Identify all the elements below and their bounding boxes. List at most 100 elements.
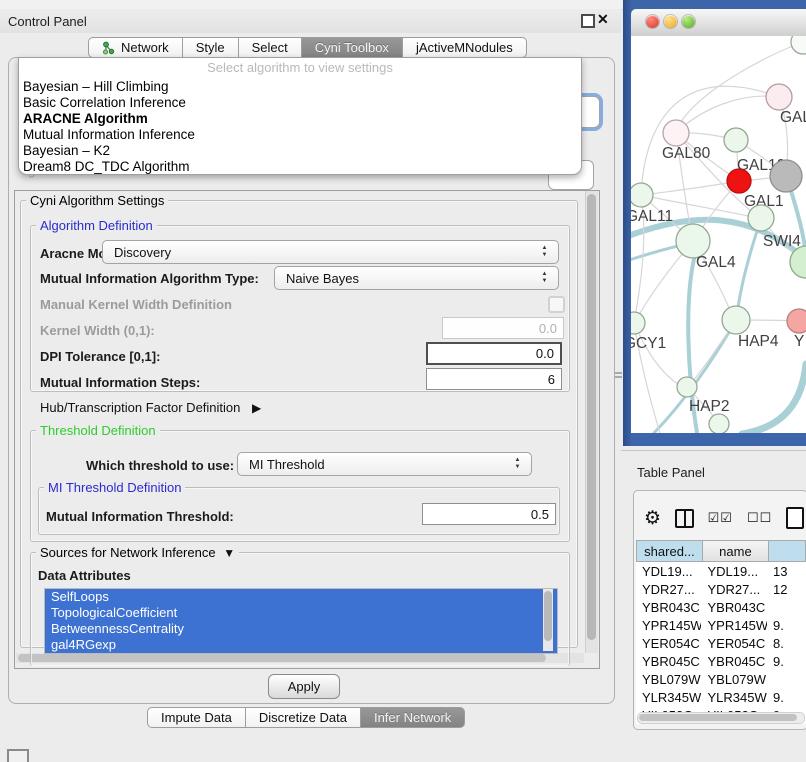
algorithm-option[interactable]: Bayesian – K2 <box>19 143 581 159</box>
panel-splitter-handle[interactable] <box>615 371 622 380</box>
tab-discretize-data[interactable]: Discretize Data <box>246 707 361 728</box>
network-edge[interactable] <box>643 181 739 195</box>
settings-vertical-scrollbar-thumb[interactable] <box>587 194 596 640</box>
network-node[interactable] <box>631 183 653 207</box>
table-cell: 9. <box>767 616 806 634</box>
network-node[interactable] <box>727 169 751 193</box>
table-row[interactable]: YDL19...YDL19...13 <box>636 562 806 580</box>
tab-cyni-toolbox[interactable]: Cyni Toolbox <box>302 37 403 58</box>
network-node[interactable] <box>791 36 806 54</box>
gear-icon[interactable]: ⚙ <box>644 507 661 530</box>
data-attributes-list[interactable]: SelfLoopsTopologicalCoefficientBetweenne… <box>44 588 558 654</box>
network-edge[interactable] <box>737 222 760 316</box>
tab-style[interactable]: Style <box>183 37 239 58</box>
algorithm-dropdown-popup: Select algorithm to view settings Bayesi… <box>18 57 582 175</box>
manual-kernel-width-checkbox[interactable] <box>548 296 565 313</box>
document-icon[interactable] <box>786 507 804 529</box>
kernel-width-field[interactable]: 0.0 <box>442 317 564 339</box>
apply-button[interactable]: Apply <box>268 674 340 699</box>
network-node[interactable] <box>722 306 750 334</box>
split-columns-icon[interactable] <box>675 509 694 528</box>
algorithm-option[interactable]: Bayesian – Hill Climbing <box>19 79 581 95</box>
table-cell: YBR043C <box>636 598 701 616</box>
control-panel-title: Control Panel <box>8 14 87 29</box>
network-node[interactable] <box>677 377 697 397</box>
network-node[interactable] <box>766 84 792 110</box>
table-column-header[interactable] <box>769 540 806 562</box>
spinner-arrows-icon: ▲▼ <box>540 245 549 259</box>
data-attribute-item[interactable]: TopologicalCoefficient <box>45 605 557 621</box>
tab-impute-data[interactable]: Impute Data <box>147 707 246 728</box>
attributes-list-scrollbar-thumb[interactable] <box>544 591 552 641</box>
which-threshold-combobox[interactable]: MI Threshold ▲▼ <box>237 452 532 476</box>
network-node-label: GAL <box>780 109 806 126</box>
table-horizontal-scrollbar-thumb[interactable] <box>639 714 797 721</box>
table-row[interactable]: YBR045CYBR045C9. <box>636 652 806 670</box>
table-row[interactable]: YPR145WYPR145W9. <box>636 616 806 634</box>
network-edge[interactable] <box>676 96 779 133</box>
unchecked-pair-icon[interactable]: ☐☐ <box>747 510 772 526</box>
tab-jactivemnodules[interactable]: jActiveMNodules <box>403 37 527 58</box>
tab-select[interactable]: Select <box>239 37 302 58</box>
network-node[interactable] <box>748 205 774 231</box>
algorithm-option[interactable]: Dream8 DC_TDC Algorithm <box>19 159 581 175</box>
table-row[interactable]: YBL079WYBL079W <box>636 670 806 688</box>
mi-steps-field[interactable]: 6 <box>426 368 562 390</box>
spinner-arrows-icon: ▲▼ <box>540 271 549 285</box>
algorithm-option[interactable]: ARACNE Algorithm <box>19 111 581 127</box>
algorithm-option[interactable]: Mutual Information Inference <box>19 127 581 143</box>
algorithm-dropdown-list: Bayesian – Hill ClimbingBasic Correlatio… <box>19 79 581 175</box>
network-node[interactable] <box>631 312 645 334</box>
close-icon[interactable]: ✕ <box>597 11 609 28</box>
table-cell: YBL079W <box>636 670 701 688</box>
network-node[interactable] <box>770 160 802 192</box>
network-edge[interactable] <box>641 86 779 193</box>
tab-network[interactable]: Network <box>88 37 183 58</box>
data-attribute-item[interactable]: gal4RGexp <box>45 637 557 653</box>
table-row[interactable]: YLR345WYLR345W9. <box>636 688 806 706</box>
table-column-header[interactable]: shared... <box>636 540 703 562</box>
table-cell <box>767 598 806 616</box>
table-row[interactable]: YBR043CYBR043C <box>636 598 806 616</box>
table-panel-title: Table Panel <box>637 465 705 480</box>
table-row[interactable]: YER054CYER054C8. <box>636 634 806 652</box>
table-panel-toolbar: ⚙ ☑☑ ☐☐ <box>636 504 804 532</box>
table-cell: YBR045C <box>636 652 701 670</box>
aracne-mode-combobox[interactable]: Discovery ▲▼ <box>102 240 559 264</box>
network-edge[interactable] <box>742 364 806 433</box>
network-node-label: Y <box>794 333 804 350</box>
table-cell: YPR145W <box>636 616 701 634</box>
control-panel-titlebar <box>0 9 621 33</box>
tab-infer-network[interactable]: Infer Network <box>361 707 465 728</box>
hub-factor-expander[interactable]: Hub/Transcription Factor Definition ▶ <box>40 400 261 415</box>
kernel-width-label: Kernel Width (0,1): <box>40 323 155 338</box>
network-node[interactable] <box>663 120 689 146</box>
network-canvas[interactable]: GALGAL80GAL10GAL1GAL11SWI4GAL4GCY1HAP4YH… <box>631 36 806 433</box>
algorithm-option[interactable]: Basic Correlation Inference <box>19 95 581 111</box>
network-edge[interactable] <box>634 323 685 388</box>
minimize-traffic-light[interactable] <box>664 15 677 28</box>
minimized-panel-icon[interactable] <box>7 749 29 762</box>
data-attribute-item[interactable]: BetweennessCentrality <box>45 621 557 637</box>
data-attribute-item[interactable]: SelfLoops <box>45 589 557 605</box>
network-node[interactable] <box>724 128 748 152</box>
table-cell: YER054C <box>636 634 701 652</box>
algorithm-dropdown-placeholder: Select algorithm to view settings <box>19 58 581 79</box>
table-cell: YBR043C <box>701 598 766 616</box>
network-node[interactable] <box>787 309 806 333</box>
table-cell: YBL079W <box>701 670 766 688</box>
table-column-header[interactable]: name <box>703 540 769 562</box>
float-window-icon[interactable] <box>581 14 595 28</box>
table-row[interactable]: YDR27...YDR27...12 <box>636 580 806 598</box>
dpi-tolerance-label: DPI Tolerance [0,1]: <box>40 349 160 364</box>
mi-algorithm-type-combobox[interactable]: Naive Bayes ▲▼ <box>274 266 559 290</box>
checked-pair-icon[interactable]: ☑☑ <box>708 510 733 526</box>
close-traffic-light[interactable] <box>646 15 659 28</box>
network-node[interactable] <box>709 414 729 433</box>
table-cell: YPR145W <box>701 616 766 634</box>
application-window: Control Panel ✕ Network Style Select Cyn… <box>0 0 806 762</box>
mi-threshold-field[interactable]: 0.5 <box>422 503 556 525</box>
network-node[interactable] <box>676 224 710 258</box>
dpi-tolerance-field[interactable]: 0.0 <box>426 342 562 365</box>
zoom-traffic-light[interactable] <box>682 15 695 28</box>
